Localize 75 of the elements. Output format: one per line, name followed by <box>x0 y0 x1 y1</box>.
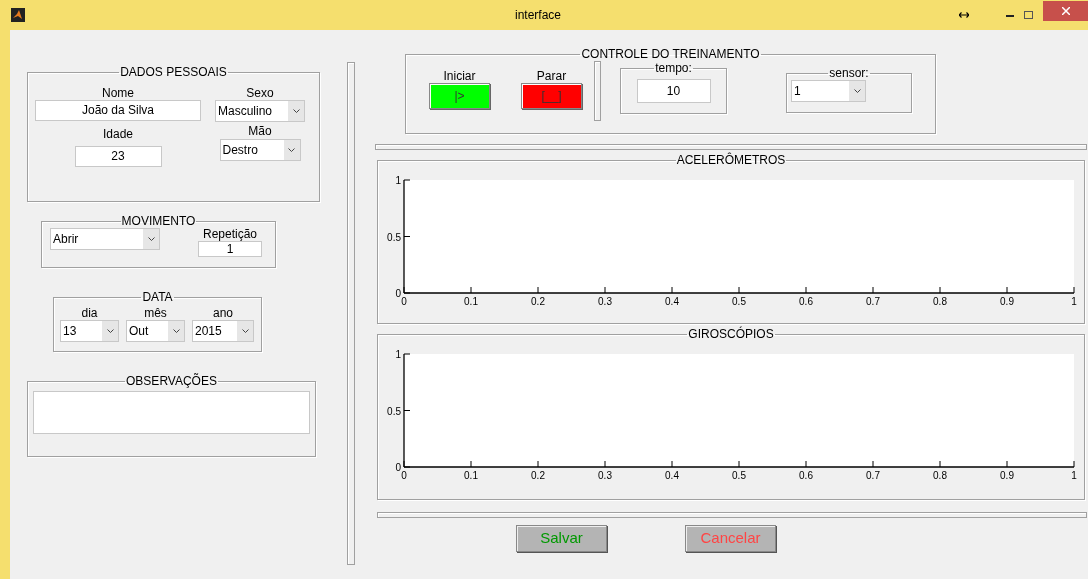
field-label: Repetição <box>202 227 257 242</box>
tick-label: 0.9 <box>1000 470 1014 481</box>
tick-label: 0.2 <box>531 296 545 307</box>
date-dropdown[interactable]: 13 <box>60 320 119 343</box>
field-label: Mão <box>248 124 272 139</box>
panel-title: MOVIMENTO <box>120 215 197 227</box>
tick-label: 0 <box>395 288 401 299</box>
hand-dropdown[interactable]: Destro <box>219 138 301 161</box>
caret-icon <box>241 329 249 334</box>
panel-title: OBSERVAÇÕES <box>125 375 218 387</box>
panel-title: CONTROLE DO TREINAMENTO <box>580 48 761 60</box>
panel-title: GIROSCÓPIOS <box>687 328 775 340</box>
tick-label: 0.2 <box>531 470 545 481</box>
sex-dropdown[interactable]: Masculino <box>215 100 305 123</box>
field-label: mês <box>144 306 167 321</box>
tick-label: 0.1 <box>464 470 478 481</box>
tick-label: 0.4 <box>665 470 679 481</box>
tick-label: 0.8 <box>933 296 947 307</box>
toggle-button[interactable]: |> <box>429 83 490 110</box>
tick-label: 0.6 <box>799 470 813 481</box>
tick-label: 0 <box>401 470 407 481</box>
panel-title: ACELERÔMETROS <box>675 154 787 166</box>
tick-label: 0 <box>401 296 407 307</box>
tick-label: 1 <box>1071 296 1077 307</box>
repetition-field[interactable]: 1 <box>198 241 262 258</box>
tick-label: 0.4 <box>665 296 679 307</box>
caret-icon <box>288 147 295 152</box>
field-label: Nome <box>102 86 134 101</box>
tick-label: 1 <box>1071 470 1077 481</box>
caret-icon <box>292 109 300 114</box>
tick-label: 0.7 <box>866 470 880 481</box>
tick-label: 0.3 <box>598 470 612 481</box>
date-dropdown[interactable]: 2015 <box>192 320 254 343</box>
field-label: Idade <box>103 127 133 142</box>
tick-label: 0.5 <box>387 405 401 417</box>
button-label: Parar <box>536 69 567 84</box>
panel-title: DADOS PESSOAIS <box>119 66 228 78</box>
dock-icon[interactable] <box>959 12 969 18</box>
movement-dropdown[interactable]: Abrir <box>50 228 160 250</box>
tick-label: 1 <box>395 349 401 360</box>
tick-label: 0.6 <box>799 296 813 307</box>
panel-title: sensor: <box>828 67 870 79</box>
sensor-dropdown[interactable]: 1 <box>791 80 866 102</box>
close-icon <box>1061 7 1070 15</box>
divider-bar <box>594 61 601 121</box>
tick-label: 0.5 <box>732 470 746 481</box>
field-label: ano <box>213 306 233 321</box>
age-field[interactable]: 23 <box>74 145 162 167</box>
tick-label: 0 <box>395 462 401 473</box>
name-field[interactable]: João da Silva <box>35 100 201 122</box>
date-dropdown[interactable]: Out <box>126 320 185 343</box>
tick-label: 0.9 <box>1000 296 1014 307</box>
caret-icon <box>853 89 861 93</box>
caret-icon <box>106 329 114 334</box>
tick-label: 0.8 <box>933 470 947 481</box>
app-icon <box>11 8 25 22</box>
button-label: Iniciar <box>443 69 476 84</box>
field-label: Sexo <box>246 86 274 101</box>
splitter[interactable] <box>347 62 355 565</box>
caret-icon <box>147 237 155 241</box>
notes-field[interactable] <box>33 391 310 434</box>
panel-title: DATA <box>141 291 174 303</box>
panel-title: tempo: <box>654 62 693 74</box>
caret-icon <box>172 329 180 334</box>
maximize-icon[interactable] <box>1024 11 1033 19</box>
tick-label: 0.7 <box>866 296 880 307</box>
minimize-icon[interactable] <box>1006 13 1014 17</box>
field-label: dia <box>81 306 98 321</box>
tick-label: 0.5 <box>387 231 401 243</box>
time-field[interactable]: 10 <box>636 79 711 103</box>
tick-label: 0.5 <box>732 296 746 307</box>
tick-label: 1 <box>395 175 401 186</box>
window-title: interface <box>515 7 562 24</box>
tick-label: 0.1 <box>464 296 478 307</box>
tick-label: 0.3 <box>598 296 612 307</box>
